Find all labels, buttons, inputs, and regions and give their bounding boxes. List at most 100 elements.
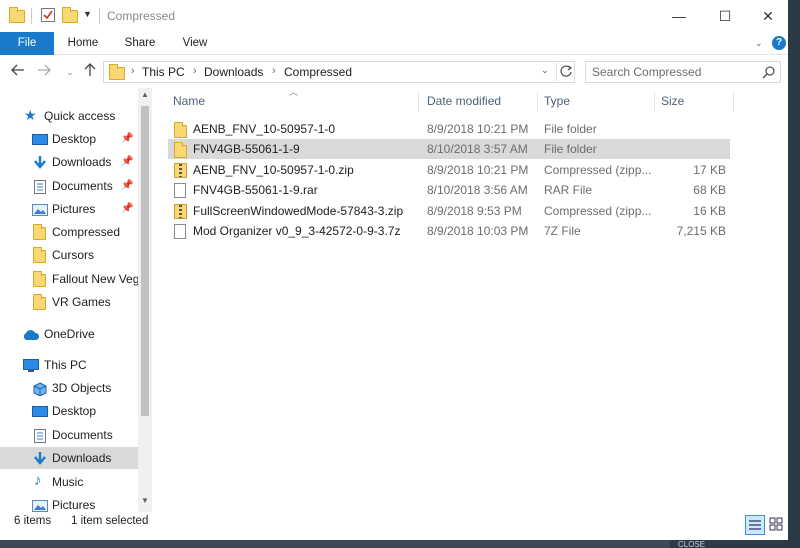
tab-view[interactable]: View bbox=[174, 32, 216, 55]
folder-icon bbox=[33, 224, 49, 240]
navigation-bar: ⌄ › This PC › Downloads › Compressed ⌄ S… bbox=[0, 55, 788, 88]
close-button[interactable]: ✕ bbox=[748, 0, 788, 32]
desktop-icon bbox=[32, 132, 48, 146]
window-title: Compressed bbox=[107, 9, 176, 23]
properties-icon[interactable] bbox=[40, 7, 56, 25]
sidebar-item-cursors[interactable]: Cursors bbox=[0, 244, 138, 266]
file-row-selected[interactable]: FNV4GB-55061-1-9 8/10/2018 3:57 AM File … bbox=[168, 139, 730, 159]
address-bar[interactable]: › This PC › Downloads › Compressed ⌄ bbox=[103, 61, 575, 83]
tab-home[interactable]: Home bbox=[61, 32, 105, 55]
zip-icon bbox=[174, 163, 188, 178]
file-type: 7Z File bbox=[544, 224, 581, 238]
up-arrow-icon[interactable] bbox=[80, 62, 100, 82]
sidebar-item-pictures-pinned[interactable]: Pictures 📌 bbox=[0, 198, 138, 220]
file-type: Compressed (zipp... bbox=[544, 163, 652, 177]
breadcrumb-downloads[interactable]: Downloads bbox=[204, 65, 263, 79]
sidebar-item-documents-pinned[interactable]: Documents 📌 bbox=[0, 175, 138, 197]
file-date: 8/9/2018 10:21 PM bbox=[427, 163, 529, 177]
help-icon[interactable]: ? bbox=[772, 36, 786, 50]
expand-ribbon-icon[interactable]: ⌄ bbox=[755, 38, 763, 49]
breadcrumb-separator[interactable]: › bbox=[193, 65, 197, 77]
sidebar-item-documents[interactable]: Documents bbox=[0, 424, 138, 446]
maximize-button[interactable]: ☐ bbox=[702, 0, 748, 32]
cube-icon bbox=[32, 381, 48, 397]
folder-icon bbox=[174, 142, 188, 158]
new-folder-icon[interactable] bbox=[62, 7, 78, 25]
back-arrow-icon[interactable] bbox=[8, 62, 28, 82]
column-divider[interactable] bbox=[733, 92, 734, 112]
pin-icon[interactable]: 📌 bbox=[121, 151, 133, 173]
ribbon-tabs: File Home Share View ⌄ ? bbox=[0, 32, 788, 55]
file-name: AENB_FNV_10-50957-1-0.zip bbox=[193, 163, 354, 177]
file-type: File folder bbox=[544, 142, 597, 156]
forward-arrow-icon[interactable] bbox=[34, 62, 54, 82]
sidebar-scrollbar-thumb[interactable] bbox=[141, 106, 149, 416]
search-placeholder: Search Compressed bbox=[592, 65, 702, 79]
sidebar-scrollbar[interactable]: ▲ ▼ bbox=[138, 88, 152, 512]
search-icon[interactable] bbox=[762, 65, 776, 82]
minimize-button[interactable]: — bbox=[656, 0, 702, 32]
scroll-down-arrow-icon[interactable]: ▼ bbox=[141, 496, 149, 505]
sidebar-item-music[interactable]: ♪ Music bbox=[0, 471, 138, 493]
tab-share[interactable]: Share bbox=[118, 32, 162, 55]
sidebar-item-3d-objects[interactable]: 3D Objects bbox=[0, 377, 138, 399]
download-arrow-icon bbox=[32, 451, 48, 465]
folder-icon bbox=[174, 122, 188, 138]
pin-icon[interactable]: 📌 bbox=[121, 128, 133, 150]
file-row[interactable]: AENB_FNV_10-50957-1-0 8/9/2018 10:21 PM … bbox=[168, 119, 730, 139]
breadcrumb-this-pc[interactable]: This PC bbox=[142, 65, 185, 79]
music-note-icon: ♪ bbox=[34, 472, 42, 489]
details-view-icon[interactable] bbox=[745, 515, 765, 535]
sidebar-item-downloads-pinned[interactable]: Downloads 📌 bbox=[0, 151, 138, 173]
column-header-date-modified[interactable]: Date modified bbox=[406, 88, 526, 114]
sidebar-item-compressed[interactable]: Compressed bbox=[0, 221, 138, 243]
divider bbox=[556, 63, 557, 81]
file-name: FullScreenWindowedMode-57843-3.zip bbox=[193, 204, 404, 218]
desktop-icon bbox=[32, 404, 48, 418]
breadcrumb-separator[interactable]: › bbox=[272, 65, 276, 77]
breadcrumb-separator[interactable]: › bbox=[131, 65, 135, 77]
file-type: Compressed (zipp... bbox=[544, 204, 652, 218]
file-size: 68 KB bbox=[693, 183, 726, 197]
file-name: AENB_FNV_10-50957-1-0 bbox=[193, 122, 336, 136]
pin-icon[interactable]: 📌 bbox=[121, 175, 133, 197]
sidebar-item-desktop[interactable]: Desktop bbox=[0, 400, 138, 422]
sidebar-item-this-pc[interactable]: This PC bbox=[0, 354, 138, 376]
breadcrumb-compressed[interactable]: Compressed bbox=[284, 65, 352, 79]
file-row[interactable]: FNV4GB-55061-1-9.rar 8/10/2018 3:56 AM R… bbox=[168, 180, 730, 200]
background-close-button: CLOSE bbox=[670, 540, 788, 548]
refresh-icon[interactable] bbox=[559, 64, 573, 81]
file-date: 8/10/2018 3:57 AM bbox=[427, 142, 528, 156]
file-size: 17 KB bbox=[693, 163, 726, 177]
pin-icon[interactable]: 📌 bbox=[121, 198, 133, 220]
column-header-size[interactable]: Size bbox=[640, 88, 720, 114]
file-row[interactable]: Mod Organizer v0_9_3-42572-0-9-3.7z 8/9/… bbox=[168, 221, 730, 241]
star-icon: ★ bbox=[24, 107, 37, 123]
sidebar-item-vr-games[interactable]: VR Games bbox=[0, 291, 138, 313]
recent-locations-chevron-icon[interactable]: ⌄ bbox=[60, 62, 80, 82]
file-list: ︿ Name Date modified Type Size AENB_FNV_… bbox=[152, 87, 788, 512]
scroll-up-arrow-icon[interactable]: ▲ bbox=[141, 90, 149, 99]
sidebar-item-fallout-new-vegas[interactable]: Fallout New Veg bbox=[0, 268, 139, 290]
folder-icon bbox=[109, 64, 125, 83]
file-size: 7,215 KB bbox=[676, 224, 726, 238]
sidebar-item-quick-access[interactable]: ★ Quick access bbox=[0, 105, 138, 127]
address-history-chevron-icon[interactable]: ⌄ bbox=[541, 65, 549, 76]
sidebar-item-desktop-pinned[interactable]: Desktop 📌 bbox=[0, 128, 138, 150]
customize-toolbar-icon[interactable]: ▼ bbox=[83, 9, 92, 27]
sidebar-item-downloads[interactable]: Downloads bbox=[0, 447, 138, 469]
tab-file[interactable]: File bbox=[0, 32, 54, 55]
file-date: 8/9/2018 9:53 PM bbox=[427, 204, 522, 218]
search-box[interactable]: Search Compressed bbox=[585, 61, 781, 83]
column-header-type[interactable]: Type bbox=[523, 88, 639, 114]
sidebar-item-onedrive[interactable]: OneDrive bbox=[0, 323, 138, 345]
file-name: Mod Organizer v0_9_3-42572-0-9-3.7z bbox=[193, 224, 401, 238]
file-row[interactable]: AENB_FNV_10-50957-1-0.zip 8/9/2018 10:21… bbox=[168, 160, 730, 180]
sidebar-item-pictures[interactable]: Pictures bbox=[0, 494, 138, 512]
column-header-name[interactable]: Name bbox=[152, 88, 422, 114]
large-icons-view-icon[interactable] bbox=[767, 515, 787, 535]
file-row[interactable]: FullScreenWindowedMode-57843-3.zip 8/9/2… bbox=[168, 201, 730, 221]
file-explorer-window: ▼ Compressed — ☐ ✕ File Home Share View … bbox=[0, 0, 788, 540]
background-app-edge bbox=[788, 0, 800, 548]
title-bar: ▼ Compressed — ☐ ✕ bbox=[0, 0, 788, 32]
